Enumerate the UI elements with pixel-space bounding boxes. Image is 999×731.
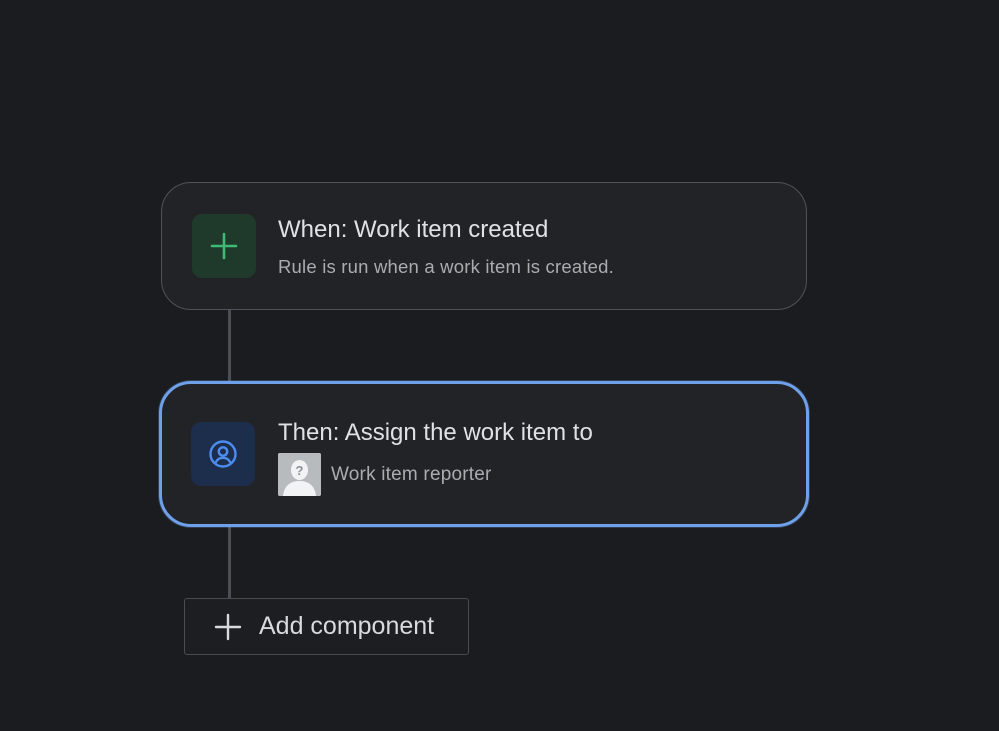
trigger-icon-tile: [192, 214, 256, 278]
action-title: Then: Assign the work item to: [278, 419, 593, 446]
rule-builder-canvas: When: Work item created Rule is run when…: [0, 0, 999, 731]
assignee-label: Work item reporter: [331, 463, 492, 485]
add-component-button[interactable]: Add component: [184, 598, 469, 655]
svg-text:?: ?: [296, 463, 304, 478]
trigger-description: Rule is run when a work item is created.: [278, 256, 614, 277]
default-avatar-icon: ?: [278, 453, 321, 496]
trigger-title: When: Work item created: [278, 216, 549, 243]
flow-connector: [228, 526, 231, 600]
action-icon-tile: [191, 422, 255, 486]
action-card[interactable]: Then: Assign the work item to ? Work ite…: [159, 381, 809, 527]
add-component-label: Add component: [259, 612, 435, 640]
assignee: ? Work item reporter: [278, 453, 492, 496]
trigger-card[interactable]: When: Work item created Rule is run when…: [161, 182, 807, 310]
plus-icon: [210, 232, 238, 260]
flow-connector: [228, 309, 231, 382]
user-circle-icon: [209, 440, 237, 468]
plus-icon: [213, 612, 243, 642]
